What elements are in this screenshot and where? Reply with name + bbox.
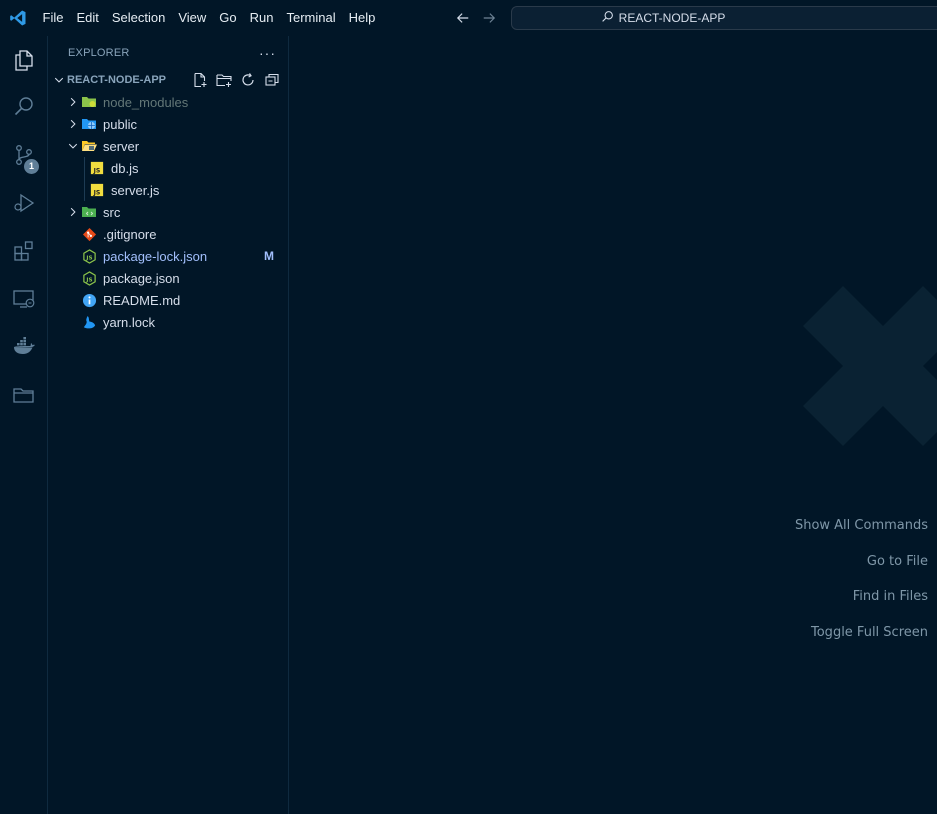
javascript-file-icon: JS <box>89 182 105 198</box>
menu-run[interactable]: Run <box>243 0 280 36</box>
node-folder-icon <box>81 94 97 110</box>
new-folder-icon[interactable] <box>214 71 234 89</box>
explorer-icon[interactable] <box>0 36 48 84</box>
docker-icon[interactable] <box>0 323 48 371</box>
source-control-badge: 1 <box>24 159 39 174</box>
chevron-down-icon <box>51 74 67 86</box>
info-icon <box>81 292 97 308</box>
menu-help[interactable]: Help <box>342 0 382 36</box>
command-center-search[interactable]: REACT-NODE-APP <box>511 6 937 30</box>
menu-go[interactable]: Go <box>213 0 243 36</box>
source-control-icon[interactable]: 1 <box>0 131 48 179</box>
run-debug-icon[interactable] <box>0 179 48 227</box>
tree-item-node-modules[interactable]: node_modules <box>49 91 288 113</box>
menu-file[interactable]: File <box>36 0 70 36</box>
tree-item-yarn-lock[interactable]: yarn.lock <box>49 311 288 333</box>
yarn-icon <box>81 314 97 330</box>
tree-item-package-json[interactable]: JS package.json <box>49 267 288 289</box>
refresh-icon[interactable] <box>238 71 258 89</box>
menu-view[interactable]: View <box>172 0 213 36</box>
shortcut-find-in-files: Find in Files <box>852 589 928 604</box>
extensions-icon[interactable] <box>0 227 48 275</box>
chevron-right-icon <box>65 91 81 113</box>
remote-explorer-icon[interactable] <box>0 275 48 323</box>
shortcut-show-all-commands: Show All Commands <box>794 518 928 533</box>
svg-text:JS: JS <box>93 189 101 196</box>
nodejs-icon: JS <box>81 270 97 286</box>
sidebar-header: EXPLORER ··· <box>49 36 288 69</box>
workspace-section-header[interactable]: REACT-NODE-APP <box>49 69 288 91</box>
git-modified-badge: M <box>264 249 274 263</box>
tree-item-server[interactable]: server <box>49 135 288 157</box>
menu-edit[interactable]: Edit <box>70 0 105 36</box>
search-icon[interactable] <box>0 83 48 131</box>
menu-bar: File Edit Selection View Go Run Terminal… <box>36 0 382 36</box>
svg-text:JS: JS <box>85 277 92 283</box>
project-manager-icon[interactable] <box>0 371 48 419</box>
search-icon <box>601 10 614 26</box>
globe-folder-icon <box>81 116 97 132</box>
src-folder-icon <box>81 204 97 220</box>
nodejs-icon: JS <box>81 248 97 264</box>
command-center-label: REACT-NODE-APP <box>618 11 726 25</box>
tree-item-db-js[interactable]: JS db.js <box>49 157 288 179</box>
sidebar-title: EXPLORER <box>68 46 130 59</box>
tree-item-gitignore[interactable]: .gitignore <box>49 223 288 245</box>
svg-text:JS: JS <box>85 255 92 261</box>
new-file-icon[interactable] <box>190 71 210 89</box>
editor-area: Show All Commands Go to File Find in Fil… <box>290 36 937 814</box>
explorer-sidebar: EXPLORER ··· REACT-NODE-APP node_modules… <box>49 36 289 814</box>
forward-arrow-icon[interactable] <box>480 9 498 27</box>
vscode-watermark-icon <box>783 266 937 469</box>
tree-item-server-js[interactable]: JS server.js <box>49 179 288 201</box>
collapse-all-icon[interactable] <box>262 71 282 89</box>
tree-item-src[interactable]: src <box>49 201 288 223</box>
javascript-file-icon: JS <box>89 160 105 176</box>
tree-item-public[interactable]: public <box>49 113 288 135</box>
shortcut-toggle-full-screen: Toggle Full Screen <box>811 624 928 640</box>
title-bar: File Edit Selection View Go Run Terminal… <box>0 0 937 36</box>
empty-editor-shortcuts: Show All Commands Go to File Find in Fil… <box>795 518 928 660</box>
back-arrow-icon[interactable] <box>454 9 472 27</box>
menu-selection[interactable]: Selection <box>105 0 171 36</box>
svg-text:JS: JS <box>93 167 101 174</box>
server-folder-open-icon <box>81 138 97 154</box>
chevron-right-icon <box>65 113 81 135</box>
vscode-logo-icon <box>0 0 36 36</box>
shortcut-go-to-file: Go to File <box>866 553 928 569</box>
tree-item-package-lock-json[interactable]: JS package-lock.json M <box>49 245 288 267</box>
menu-terminal[interactable]: Terminal <box>280 0 342 36</box>
file-tree: node_modules public server JS db.js JS s… <box>49 91 288 333</box>
tree-item-readme-md[interactable]: README.md <box>49 289 288 311</box>
git-icon <box>81 226 97 242</box>
more-actions-button[interactable]: ··· <box>259 45 276 61</box>
chevron-down-icon <box>65 135 81 157</box>
chevron-right-icon <box>65 201 81 223</box>
activity-bar: 1 <box>0 36 48 814</box>
workspace-title: REACT-NODE-APP <box>67 74 167 86</box>
